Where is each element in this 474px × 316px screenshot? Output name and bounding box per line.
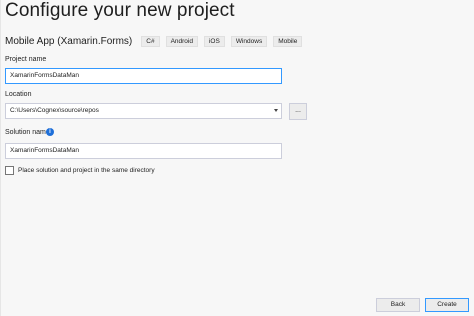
location-combobox[interactable]: C:\Users\Cognex\source\repos <box>5 103 282 119</box>
chevron-down-icon[interactable] <box>274 109 278 112</box>
same-directory-label: Place solution and project in the same d… <box>18 167 155 174</box>
solution-name-input[interactable]: XamarinFormsDataMan <box>5 143 282 159</box>
same-directory-checkbox[interactable] <box>5 166 14 175</box>
template-summary: Mobile App (Xamarin.Forms) C# Android iO… <box>5 34 308 48</box>
solution-name-label: Solution name <box>5 129 50 136</box>
tag-csharp: C# <box>141 35 160 47</box>
location-label: Location <box>5 91 32 98</box>
template-name: Mobile App (Xamarin.Forms) <box>5 35 133 47</box>
back-button[interactable]: Back <box>376 298 420 312</box>
tag-mobile: Mobile <box>273 35 303 47</box>
tag-android: Android <box>165 35 198 47</box>
project-name-label: Project name <box>5 56 47 63</box>
info-icon[interactable]: i <box>46 128 54 136</box>
configure-project-page: Configure your new project Mobile App (X… <box>0 0 474 316</box>
location-value: C:\Users\Cognex\source\repos <box>10 107 99 114</box>
tag-ios: iOS <box>203 35 225 47</box>
page-title: Configure your new project <box>5 0 235 21</box>
project-name-input[interactable]: XamarinFormsDataMan <box>5 68 282 84</box>
same-directory-option[interactable]: Place solution and project in the same d… <box>5 166 155 175</box>
browse-button[interactable]: ... <box>289 103 307 120</box>
create-button[interactable]: Create <box>425 298 469 312</box>
tag-windows: Windows <box>230 35 268 47</box>
